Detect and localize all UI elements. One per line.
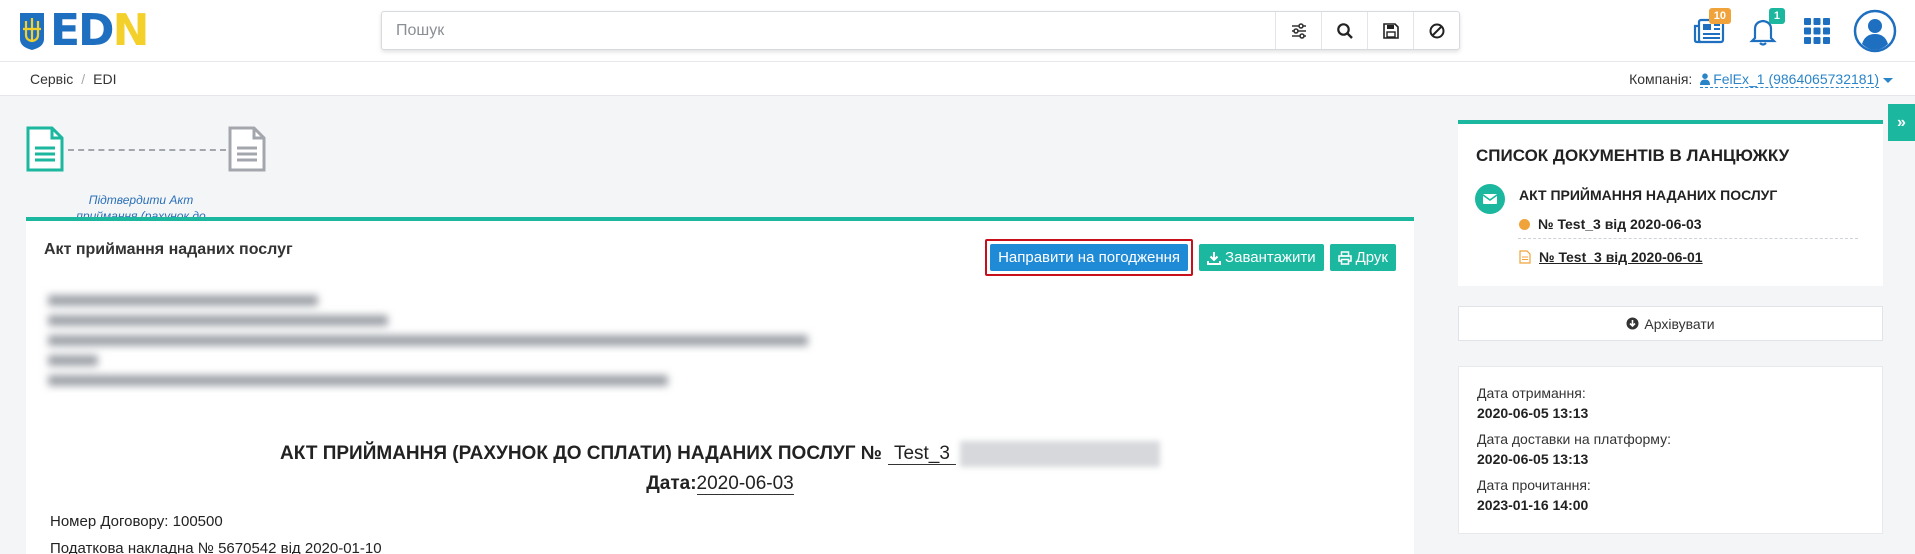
chain-panel-title: СПИСОК ДОКУМЕНТІВ В ЛАНЦЮЖКУ [1476,146,1790,165]
breadcrumb-separator: / [81,71,86,87]
chain-documents-panel: СПИСОК ДОКУМЕНТІВ В ЛАНЦЮЖКУ АКТ ПРИЙМАН… [1458,120,1883,286]
apps-button[interactable] [1793,8,1841,54]
sliders-icon [1291,22,1306,39]
double-chevron-right-icon: » [1897,113,1906,131]
blurred-party-details [48,295,838,405]
trident-icon [20,13,44,50]
search-bar [381,11,1460,50]
chain-doc-type: АКТ ПРИЙМАННЯ НАДАНИХ ПОСЛУГ [1519,187,1778,203]
main-content: Підтвердити Акт приймання (рахунок до сп… [26,96,1414,554]
breadcrumb: Сервіс / EDI [30,71,116,87]
print-button[interactable]: Друк [1329,244,1396,271]
read-date-label: Дата прочитання: [1477,477,1591,493]
documents-count-badge: 10 [1708,8,1731,24]
download-button[interactable]: Завантажити [1199,244,1324,271]
chain-steps: Підтвердити Акт приймання (рахунок до сп… [26,126,326,239]
delivered-date-value: 2020-06-05 13:13 [1477,451,1589,467]
chevron-down-icon [1883,77,1893,83]
received-date-label: Дата отримання: [1477,385,1586,401]
documents-button[interactable]: 10 [1685,8,1733,54]
company-value[interactable]: FelEx_1 (9864065732181) [1700,71,1879,88]
read-date-value: 2023-01-16 14:00 [1477,497,1589,513]
edin-logo[interactable]: EDN [18,5,149,56]
highlight-frame: Направити на погодження [985,239,1194,276]
chain-current-doc[interactable]: № Test_3 від 2020-06-03 [1519,216,1702,232]
tax-invoice: Податкова накладна № 5670542 від 2020-01… [50,540,382,554]
document-card: Акт приймання наданих послуг Направити н… [26,217,1414,554]
envelope-icon [1475,184,1505,214]
download-icon [1207,251,1222,265]
delivered-date-label: Дата доставки на платформу: [1477,431,1671,447]
file-pdf-icon [1519,250,1531,264]
received-date-value: 2020-06-05 13:13 [1477,405,1589,421]
sidebar-toggle-button[interactable]: » [1888,104,1915,141]
contract-number: Номер Договору: 100500 [50,513,223,530]
send-for-approval-button[interactable]: Направити на погодження [990,244,1189,271]
status-dot-icon [1519,218,1530,230]
divider [1518,238,1858,239]
filter-button[interactable] [1275,12,1321,49]
header-icons: 10 1 [1679,8,1897,54]
top-bar: EDN 10 1 [0,0,1915,62]
breadcrumb-item-service[interactable]: Сервіс [30,71,73,87]
logo-text: EDN [50,5,149,56]
clear-search-button[interactable] [1413,12,1459,49]
document-date: Дата:2020-06-03 [646,473,794,495]
company-selector[interactable]: Компанія: FelEx_1 (9864065732181) [1629,71,1893,88]
breadcrumb-bar: Сервіс / EDI Компанія: FelEx_1 (9864065732… [0,62,1915,96]
save-search-button[interactable] [1367,12,1413,49]
document-number: Test_3 [887,443,956,466]
document-next-icon[interactable] [228,126,266,172]
floppy-disk-icon [1382,22,1399,39]
document-dates-panel: Дата отримання: 2020-06-05 13:13 Дата до… [1458,366,1883,534]
document-actions: Направити на погодження Завантажити Друк [985,239,1396,276]
notifications-count-badge: 1 [1768,8,1785,24]
document-date-value: 2020-06-03 [696,473,794,495]
chain-related-doc[interactable]: № Test_3 від 2020-06-01 [1519,249,1703,265]
breadcrumb-item-edi[interactable]: EDI [93,71,116,87]
user-icon [1700,73,1711,85]
chain-connector [68,149,226,151]
document-heading: АКТ ПРИЙМАННЯ (РАХУНОК ДО СПЛАТИ) НАДАНИ… [26,441,1414,467]
search-icon [1336,22,1353,39]
ban-icon [1429,23,1444,38]
archive-button[interactable]: Архівувати [1458,306,1883,341]
search-input[interactable] [382,12,1275,49]
user-avatar-icon[interactable] [1853,9,1897,53]
blurred-number-suffix [959,441,1160,467]
document-active-icon[interactable] [26,126,64,172]
apps-grid-icon [1804,18,1830,44]
printer-icon [1337,250,1352,265]
notifications-button[interactable]: 1 [1739,8,1787,54]
company-label: Компанія: [1629,71,1693,87]
circle-down-arrow-icon [1626,317,1639,330]
search-button[interactable] [1321,12,1367,49]
document-title: Акт приймання наданих послуг [44,241,293,258]
